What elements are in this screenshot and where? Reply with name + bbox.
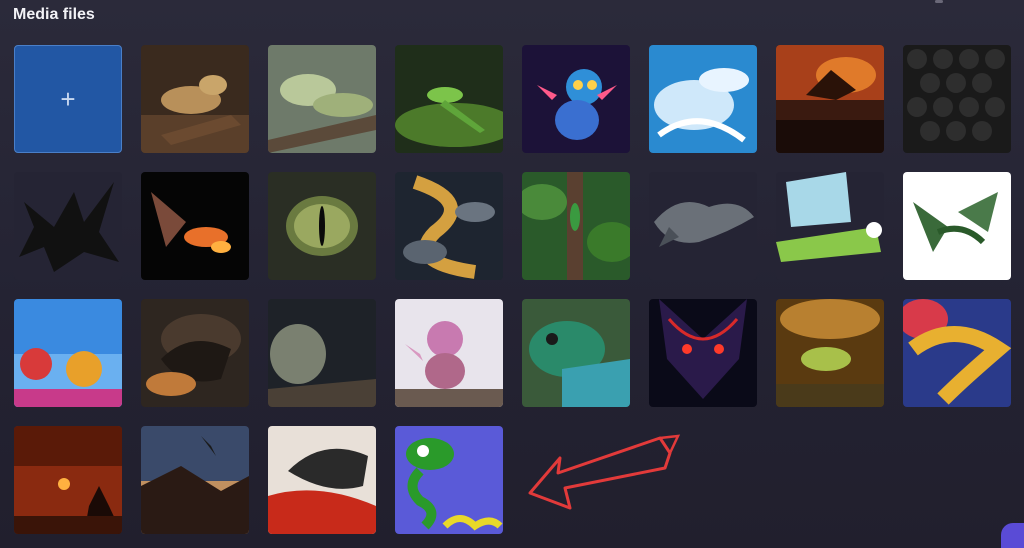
media-thumbnail-red-eyed-dragon[interactable] <box>649 299 757 407</box>
add-media-button[interactable]: + <box>14 45 122 153</box>
media-thumbnail-ice-dragon[interactable] <box>649 45 757 153</box>
media-thumbnail-lizard-closeup[interactable] <box>522 299 630 407</box>
media-grid: + <box>14 45 1011 534</box>
media-thumbnail-bearded-dragon[interactable] <box>141 45 249 153</box>
media-thumbnail-iguana-green[interactable] <box>268 45 376 153</box>
media-thumbnail-dark-dragon-smoke[interactable] <box>141 299 249 407</box>
floating-action-button[interactable] <box>1001 523 1024 548</box>
media-thumbnail-dragon-sunset-silhouette[interactable] <box>14 426 122 534</box>
media-thumbnail-green-lizard-leaf[interactable] <box>395 45 503 153</box>
media-thumbnail-grey-dragon-cutout[interactable] <box>649 172 757 280</box>
media-thumbnail-cartoon-dragon-green[interactable] <box>776 172 884 280</box>
panel-title: Media files <box>13 6 95 23</box>
media-thumbnail-pink-baby-dragon[interactable] <box>395 299 503 407</box>
arrow-pointing-left-icon <box>528 434 681 510</box>
media-thumbnail-golden-dragon-clouds[interactable] <box>395 172 503 280</box>
media-thumbnail-cute-blue-dragon[interactable] <box>522 45 630 153</box>
media-thumbnail-green-flying-dragon[interactable] <box>903 172 1011 280</box>
media-thumbnail-fire-breathing-dragon[interactable] <box>141 172 249 280</box>
media-thumbnail-dragon-eye[interactable] <box>268 172 376 280</box>
media-thumbnail-lizard-sunset[interactable] <box>776 299 884 407</box>
media-thumbnail-cartoon-serpent-dragon[interactable] <box>395 426 503 534</box>
media-thumbnail-dragon-scales[interactable] <box>903 45 1011 153</box>
media-files-panel: Media files + <box>0 0 1024 548</box>
media-thumbnail-lizard-tree-trunk[interactable] <box>522 172 630 280</box>
media-thumbnail-dragon-painting-red[interactable] <box>268 426 376 534</box>
media-thumbnail-dragon-flying-mountains[interactable] <box>141 426 249 534</box>
media-thumbnail-dragon-dance-festival[interactable] <box>14 299 122 407</box>
plus-icon: + <box>60 84 76 114</box>
media-thumbnail-fire-dragon-city[interactable] <box>776 45 884 153</box>
media-thumbnail-dragon-silhouette[interactable] <box>14 172 122 280</box>
top-indicator <box>935 0 943 3</box>
media-thumbnail-grey-iguana[interactable] <box>268 299 376 407</box>
media-thumbnail-gold-chinese-dragon[interactable] <box>903 299 1011 407</box>
